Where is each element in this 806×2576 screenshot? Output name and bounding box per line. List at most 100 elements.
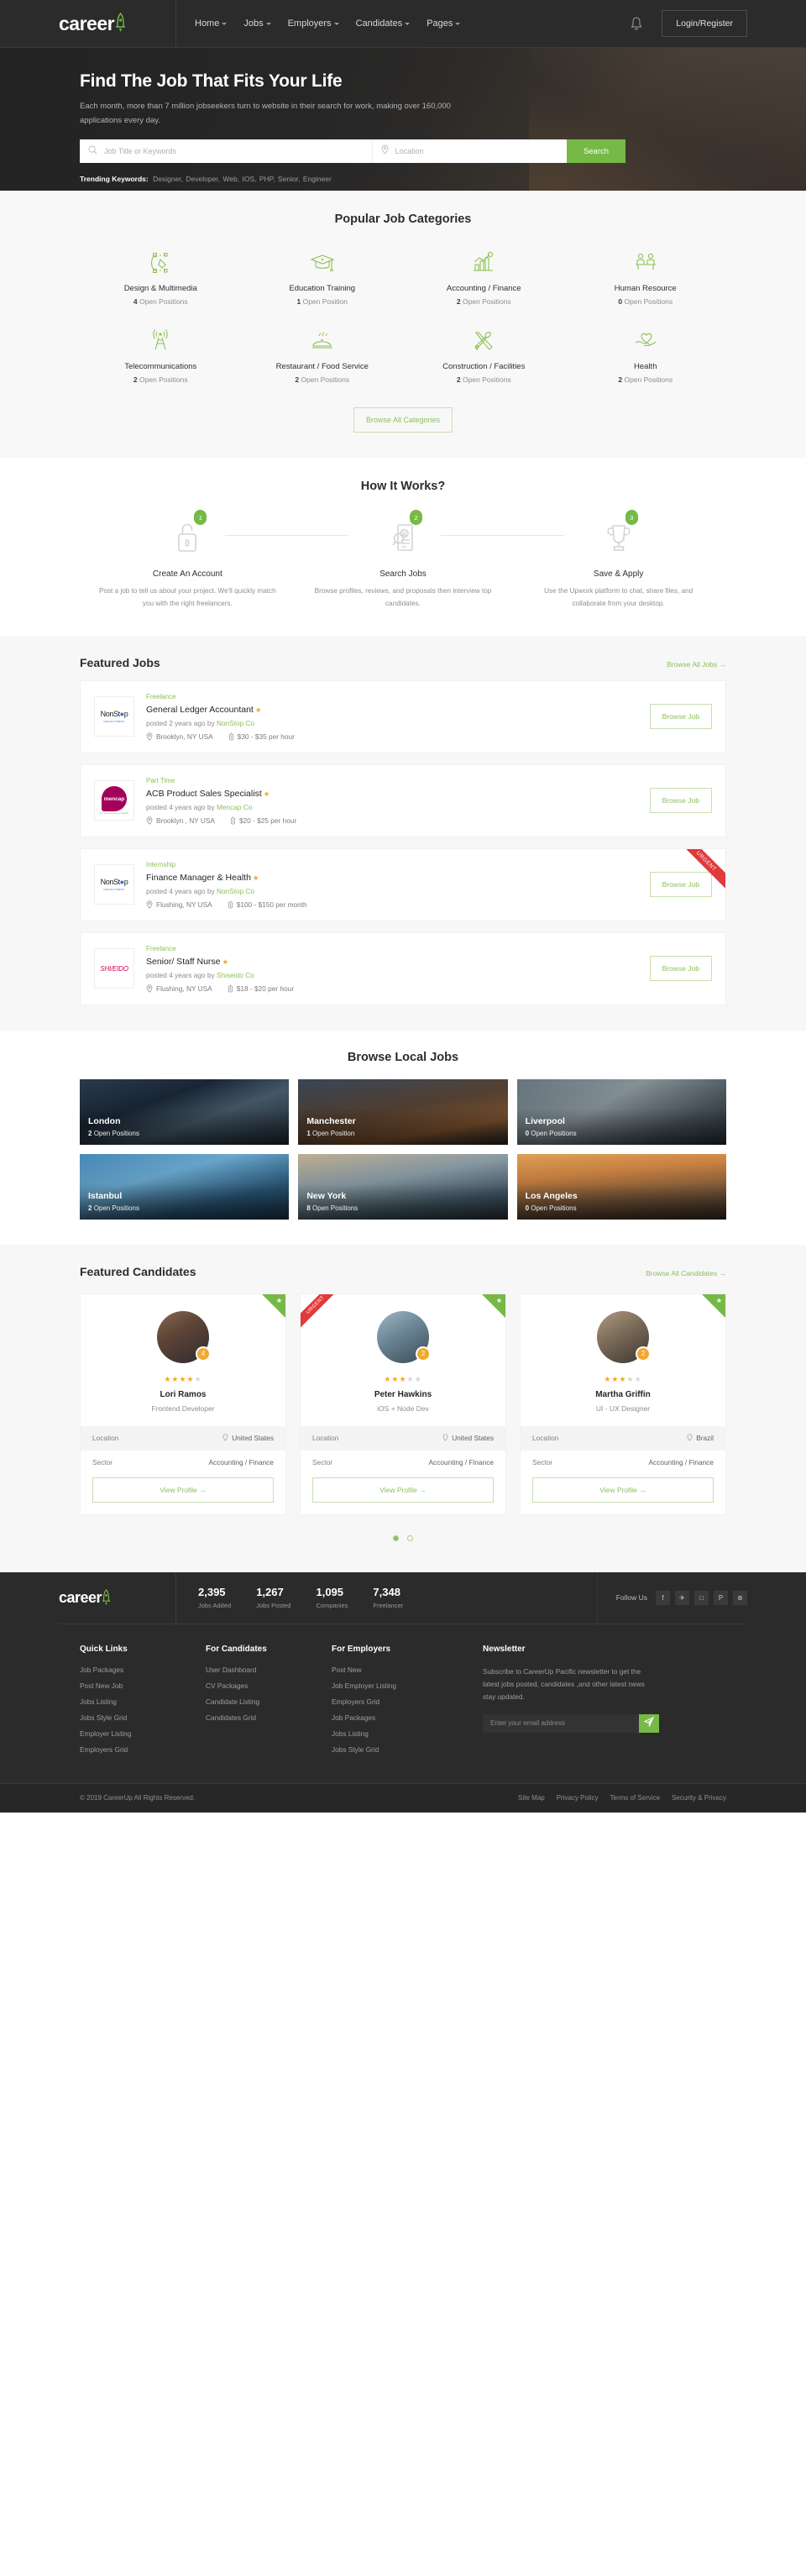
instagram-icon[interactable]: □ xyxy=(694,1590,709,1605)
category-item-restaurant-food-service[interactable]: Restaurant / Food Service 2 Open Positio… xyxy=(242,323,404,389)
local-job-card-liverpool[interactable]: Liverpool 0 Open Positions xyxy=(516,1078,726,1145)
pinterest-icon[interactable]: P xyxy=(714,1590,728,1605)
job-card[interactable]: NonSt●p RECRUITMENT Freelance General Led… xyxy=(80,679,726,753)
login-register-button[interactable]: Login/Register xyxy=(662,10,747,37)
carousel-dot-1[interactable] xyxy=(392,1535,399,1541)
dribbble-icon[interactable]: ⊛ xyxy=(733,1590,747,1605)
nav-item-jobs[interactable]: Jobs xyxy=(243,18,271,29)
company-link[interactable]: NonStop Co xyxy=(217,887,254,895)
local-job-card-manchester[interactable]: Manchester 1 Open Position xyxy=(298,1078,508,1145)
location-input[interactable] xyxy=(395,147,558,156)
footer-link[interactable]: CV Packages xyxy=(206,1681,332,1690)
resume-search-icon xyxy=(389,519,417,559)
job-card[interactable]: URGENT NonSt●p RECRUITMENT Internship Fin… xyxy=(80,847,726,921)
nav-item-pages[interactable]: Pages xyxy=(427,18,461,29)
footer-link[interactable]: Jobs Style Grid xyxy=(80,1713,206,1722)
view-profile-button[interactable]: View Profile → xyxy=(92,1477,274,1503)
footer-link[interactable]: Employers Grid xyxy=(332,1697,458,1706)
footer-link[interactable]: Candidates Grid xyxy=(206,1713,332,1722)
stat-companies: 1,095 Companies xyxy=(316,1586,348,1609)
twitter-icon[interactable]: ✈ xyxy=(675,1590,689,1605)
browse-all-categories-button[interactable]: Browse All Categories xyxy=(353,407,453,433)
local-job-card-london[interactable]: London 2 Open Positions xyxy=(80,1078,290,1145)
featured-jobs-section: Featured Jobs Browse All Jobs → NonSt●p R… xyxy=(0,635,806,1031)
trending-keyword[interactable]: IOS, xyxy=(242,175,256,183)
footer-bottom-link-privacy-policy[interactable]: Privacy Policy xyxy=(557,1794,599,1802)
bell-icon[interactable] xyxy=(630,16,643,31)
newsletter-email-input[interactable] xyxy=(483,1713,639,1733)
footer-link[interactable]: Jobs Listing xyxy=(332,1729,458,1738)
browse-all-jobs-link[interactable]: Browse All Jobs → xyxy=(667,660,726,669)
browse-job-button[interactable]: Browse Job xyxy=(649,872,712,898)
category-item-construction-facilities[interactable]: Construction / Facilities 2 Open Positio… xyxy=(403,323,565,389)
category-item-health[interactable]: Health 2 Open Positions xyxy=(565,323,727,389)
candidate-card[interactable]: ★ 4 ★★★★★ Lori Ramos Frontend Developer … xyxy=(80,1293,286,1515)
footer-bottom-link-security-privacy[interactable]: Security & Privacy xyxy=(672,1794,726,1802)
nav-label: Home xyxy=(195,18,220,29)
chevron-down-icon xyxy=(405,22,411,25)
footer-link[interactable]: Post New xyxy=(332,1666,458,1674)
job-card[interactable]: SHI/EIDO Freelance Senior/ Staff Nurse ★ … xyxy=(80,931,726,1005)
footer-link[interactable]: User Dashboard xyxy=(206,1666,332,1674)
location-search-field[interactable] xyxy=(372,139,567,164)
trending-keyword[interactable]: PHP, xyxy=(259,175,275,183)
trending-keyword[interactable]: Senior, xyxy=(278,175,300,183)
footer-link[interactable]: Employer Listing xyxy=(80,1729,206,1738)
candidate-card[interactable]: URGENT ★ 2 ★★★★★ Peter Hawkins iOS + Nod… xyxy=(300,1293,506,1515)
trending-keyword[interactable]: Designer, xyxy=(153,175,183,183)
company-link[interactable]: Mencap Co xyxy=(217,803,252,811)
footer-link[interactable]: Job Employer Listing xyxy=(332,1681,458,1690)
section-title-featured-jobs: Featured Jobs xyxy=(80,655,160,669)
company-link[interactable]: NonStop Co xyxy=(217,719,254,727)
candidate-name: Peter Hawkins xyxy=(374,1389,432,1399)
footer-link[interactable]: Jobs Style Grid xyxy=(332,1745,458,1754)
view-profile-button[interactable]: View Profile → xyxy=(312,1477,494,1503)
count-label: Open Positions xyxy=(624,375,673,384)
footer-bottom-link-terms-of-service[interactable]: Terms of Service xyxy=(610,1794,661,1802)
newsletter-submit-button[interactable] xyxy=(639,1713,659,1733)
category-item-telecommunications[interactable]: Telecommunications 2 Open Positions xyxy=(80,323,242,389)
footer-link[interactable]: Jobs Listing xyxy=(80,1697,206,1706)
footer-link[interactable]: Employers Grid xyxy=(80,1745,206,1754)
local-job-card-istanbul[interactable]: Istanbul 2 Open Positions xyxy=(80,1153,290,1220)
bar-chart-icon xyxy=(406,249,562,276)
nav-item-employers[interactable]: Employers xyxy=(288,18,339,29)
search-input[interactable] xyxy=(104,147,364,156)
local-job-card-los-angeles[interactable]: Los Angeles 0 Open Positions xyxy=(516,1153,726,1220)
local-job-card-new-york[interactable]: New York 8 Open Positions xyxy=(298,1153,508,1220)
facebook-icon[interactable]: f xyxy=(656,1590,670,1605)
nav-item-candidates[interactable]: Candidates xyxy=(356,18,411,29)
footer-link[interactable]: Job Packages xyxy=(80,1666,206,1674)
candidate-card[interactable]: ★ 2 ★★★★★ Martha Griffin UI - UX Designe… xyxy=(520,1293,726,1515)
category-item-human-resource[interactable]: Human Resource 0 Open Positions xyxy=(565,244,727,311)
section-title-how-it-works: How It Works? xyxy=(360,480,446,493)
browse-all-candidates-link[interactable]: Browse All Candidates → xyxy=(646,1269,726,1278)
job-type: Freelance xyxy=(146,944,176,952)
nav-item-home[interactable]: Home xyxy=(195,18,228,29)
search-button[interactable]: Search xyxy=(567,139,625,164)
keyword-search-field[interactable] xyxy=(80,139,373,164)
trending-keyword[interactable]: Web, xyxy=(222,175,239,183)
job-salary: $18 - $20 per hour xyxy=(228,984,294,993)
footer-logo[interactable]: career xyxy=(59,1571,176,1624)
browse-job-button[interactable]: Browse Job xyxy=(649,956,712,982)
category-item-education-training[interactable]: Education Training 1 Open Position xyxy=(242,244,404,311)
category-item-design-multimedia[interactable]: Design & Multimedia 4 Open Positions xyxy=(80,244,242,311)
location-label: Location xyxy=(92,1434,119,1443)
trending-keyword[interactable]: Engineer xyxy=(303,175,332,183)
category-item-accounting-finance[interactable]: Accounting / Finance 2 Open Positions xyxy=(403,244,565,311)
footer-link[interactable]: Job Packages xyxy=(332,1713,458,1722)
footer-link[interactable]: Post New Job xyxy=(80,1681,206,1690)
view-profile-button[interactable]: View Profile → xyxy=(532,1477,714,1503)
footer-bottom-link-site-map[interactable]: Site Map xyxy=(518,1794,545,1802)
footer-link[interactable]: Candidate Listing xyxy=(206,1697,332,1706)
trending-keyword[interactable]: Developer, xyxy=(186,175,220,183)
category-count: 1 Open Position xyxy=(245,297,400,306)
browse-job-button[interactable]: Browse Job xyxy=(649,704,712,730)
job-card[interactable]: mencap The voice of learning disability … xyxy=(80,763,726,837)
company-link[interactable]: Shiseido Co xyxy=(217,971,254,979)
count-label: Open Position xyxy=(302,297,348,306)
browse-job-button[interactable]: Browse Job xyxy=(649,788,712,814)
site-logo[interactable]: career xyxy=(59,0,176,47)
carousel-dot-2[interactable] xyxy=(407,1535,414,1541)
